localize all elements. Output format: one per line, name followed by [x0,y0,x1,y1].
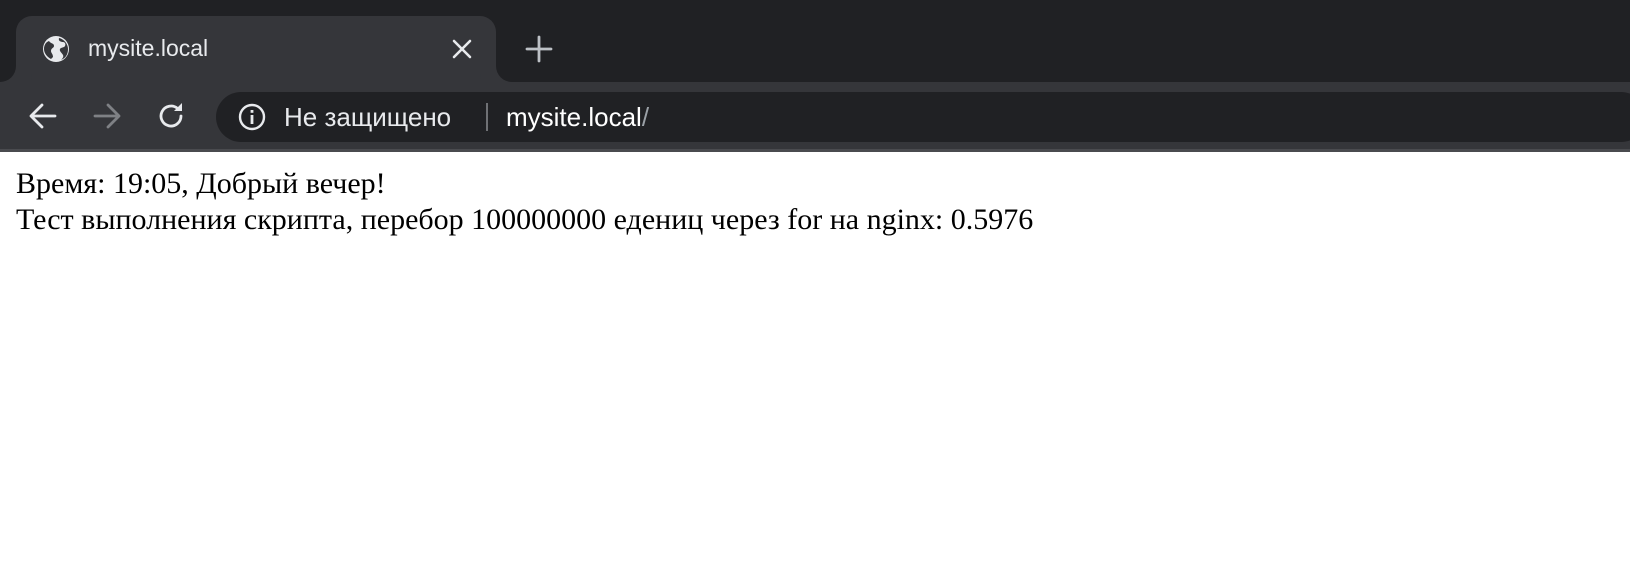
tab-title: mysite.local [88,35,209,61]
forward-button[interactable] [91,100,123,132]
url-text[interactable]: mysite.local/ [506,101,649,133]
arrow-left-icon [29,103,57,129]
toolbar: Не защищено mysite.local/ [0,82,1630,152]
address-bar[interactable]: Не защищено mysite.local/ [216,92,1630,142]
page-content: Время: 19:05, Добрый вечер! Тест выполне… [0,152,1630,588]
new-tab-button[interactable] [524,34,554,64]
url-path: / [641,102,650,132]
security-status[interactable]: Не защищено [284,101,451,133]
back-button[interactable] [27,100,59,132]
omnibox-divider [486,103,488,131]
arrow-right-icon [93,103,121,129]
url-host: mysite.local [506,102,642,132]
info-icon[interactable] [238,103,266,131]
tab-strip: mysite.local [0,0,1630,82]
page-body: Время: 19:05, Добрый вечер! Тест выполне… [16,166,1033,238]
browser-window: mysite.local Не защищено mysite.local/ В… [0,0,1630,588]
benchmark-line: Тест выполнения скрипта, перебор 1000000… [16,203,1034,236]
globe-icon [42,35,70,63]
tab-mysite[interactable]: mysite.local [16,16,496,82]
close-icon[interactable] [450,37,474,61]
reload-button[interactable] [155,100,187,132]
reload-icon [159,103,183,128]
greeting-line: Время: 19:05, Добрый вечер! [16,167,386,200]
